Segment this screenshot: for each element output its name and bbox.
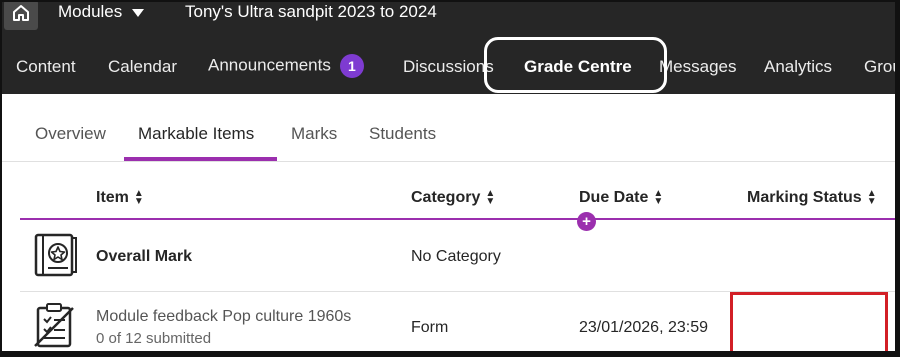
nav-announcements[interactable]: Announcements 1 (208, 54, 364, 78)
modules-menu[interactable]: Modules (58, 2, 145, 22)
nav-discussions[interactable]: Discussions (403, 57, 494, 77)
column-header-category[interactable]: Category ▲ ▼ (411, 187, 496, 207)
nav-messages[interactable]: Messages (659, 57, 736, 77)
marking-status-highlight (730, 292, 888, 354)
nav-calendar[interactable]: Calendar (108, 57, 177, 77)
chevron-down-icon (132, 9, 145, 17)
item-due-date: 23/01/2026, 23:59 (579, 319, 709, 336)
column-label: Marking Status (747, 189, 862, 206)
nav-content[interactable]: Content (16, 57, 76, 77)
active-tab-indicator (124, 157, 277, 161)
tab-marks[interactable]: Marks (291, 124, 337, 144)
item-category: Form (411, 319, 449, 336)
grade-centre-tabs: Overview Markable Items Marks Students (0, 94, 900, 162)
nav-announcements-label: Announcements (208, 55, 331, 75)
sort-icon: ▲ ▼ (133, 187, 144, 207)
submission-count: 0 of 12 submitted (96, 330, 212, 347)
announcements-badge: 1 (339, 54, 364, 78)
top-bar: Modules Tony's Ultra sandpit 2023 to 202… (0, 0, 900, 37)
home-button[interactable] (4, 0, 38, 30)
nav-analytics[interactable]: Analytics (764, 57, 832, 77)
column-label: Due Date (579, 189, 649, 206)
tab-students[interactable]: Students (369, 124, 436, 144)
nav-groups[interactable]: Grou (864, 57, 900, 77)
overall-mark-icon (33, 232, 79, 278)
table-row[interactable]: Overall Mark No Category (20, 222, 900, 292)
column-header-due-date[interactable]: Due Date ▲ ▼ (579, 187, 664, 207)
sort-icon: ▲ ▼ (866, 187, 877, 207)
modules-label: Modules (58, 2, 123, 21)
column-label: Category (411, 189, 481, 206)
grade-centre-highlight (484, 37, 667, 93)
form-icon (33, 302, 79, 348)
item-category: No Category (411, 248, 501, 265)
plus-icon: + (582, 213, 591, 230)
sort-icon: ▲ ▼ (485, 187, 496, 207)
table-header: Item ▲ ▼ Category ▲ ▼ Due Date ▲ ▼ Marking Sta… (20, 182, 900, 220)
tab-markable-items[interactable]: Markable Items (138, 124, 254, 144)
column-header-marking-status[interactable]: Marking Status ▲ ▼ (747, 187, 877, 207)
add-item-button[interactable]: + (577, 212, 596, 231)
item-name[interactable]: Overall Mark (96, 248, 192, 266)
course-nav: Content Calendar Announcements 1 Discussi… (0, 37, 900, 94)
column-label: Item (96, 189, 129, 206)
item-name[interactable]: Module feedback Pop culture 1960s (96, 308, 351, 326)
home-icon (11, 3, 31, 28)
course-title: Tony's Ultra sandpit 2023 to 2024 (185, 2, 437, 21)
tab-overview[interactable]: Overview (35, 124, 106, 144)
column-header-item[interactable]: Item ▲ ▼ (96, 187, 144, 207)
sort-icon: ▲ ▼ (653, 187, 664, 207)
